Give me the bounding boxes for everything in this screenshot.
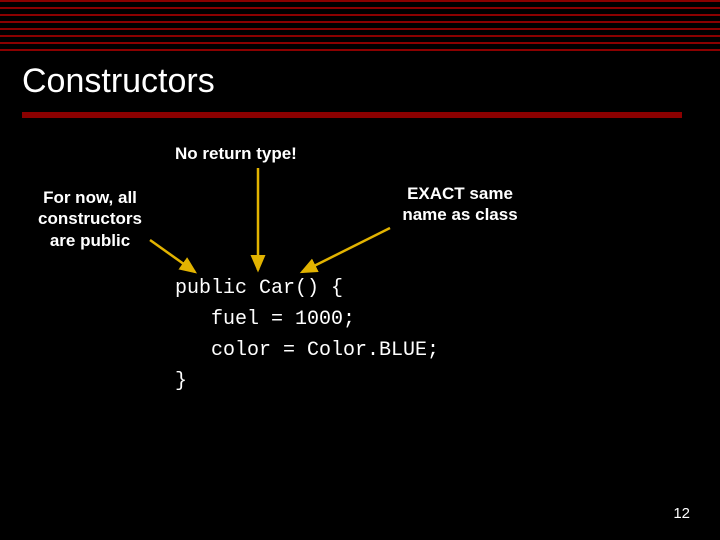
top-stripes <box>0 0 720 56</box>
code-line-3: color = Color.BLUE; <box>175 339 439 362</box>
code-line-1: public Car() { <box>175 277 343 300</box>
annotation-public-l3: are public <box>50 231 130 250</box>
annotation-public-l2: constructors <box>38 209 142 228</box>
annotation-exact-l2: name as class <box>402 205 517 224</box>
annotation-public: For now, all constructors are public <box>20 187 160 251</box>
code-line-4: } <box>175 370 187 393</box>
slide-title: Constructors <box>22 62 215 101</box>
code-block: public Car() { fuel = 1000; color = Colo… <box>175 273 439 397</box>
annotation-no-return-type: No return type! <box>175 143 375 164</box>
code-line-2: fuel = 1000; <box>175 308 355 331</box>
annotation-public-l1: For now, all <box>43 188 137 207</box>
annotation-exact-l1: EXACT same <box>407 184 513 203</box>
arrow-exact-name <box>302 228 390 272</box>
page-number: 12 <box>673 505 690 522</box>
title-underline <box>22 112 682 118</box>
annotation-exact-name: EXACT same name as class <box>370 183 550 226</box>
